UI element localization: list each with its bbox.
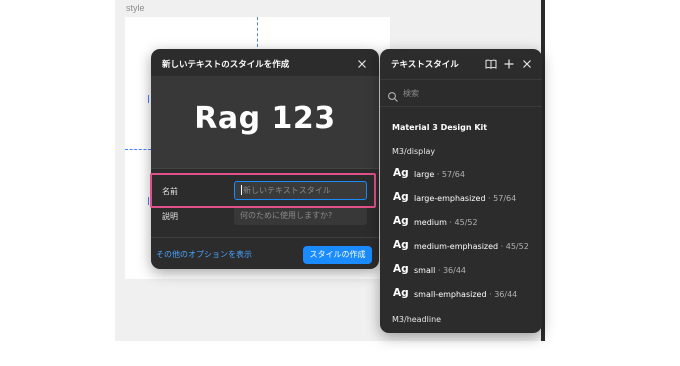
style-sample: Ag — [393, 263, 409, 275]
search-input[interactable]: 検索 — [403, 88, 419, 99]
more-options-link[interactable]: その他のオプションを表示 — [156, 249, 252, 260]
style-name: large-emphasized — [414, 194, 486, 203]
frame-label[interactable]: style — [126, 3, 145, 13]
style-sample: Ag — [393, 191, 409, 203]
style-preview: Rag 123 — [151, 77, 379, 169]
style-metrics: · 57/64 — [485, 194, 517, 203]
panel-title: テキストスタイル — [391, 60, 459, 70]
style-metrics: · 45/52 — [498, 242, 529, 251]
style-name: medium-emphasized — [414, 242, 499, 251]
library-name[interactable]: Material 3 Design Kit — [392, 123, 487, 132]
style-sample: Ag — [393, 215, 409, 227]
style-metrics: · 36/44 — [486, 290, 518, 299]
style-item[interactable]: Ag small · 36/44 — [380, 260, 542, 282]
style-name: medium — [414, 218, 447, 227]
style-item[interactable]: Ag large · 57/64 — [380, 164, 542, 186]
style-name: small — [414, 266, 436, 275]
style-metrics: · 36/44 — [435, 266, 466, 275]
style-item[interactable]: Ag small-emphasized · 36/44 — [380, 284, 542, 306]
annotation-highlight — [150, 173, 376, 208]
preview-sample-text: Rag 123 — [194, 101, 336, 136]
dialog-header: 新しいテキストのスタイルを作成 — [151, 49, 379, 77]
search-row: 検索 — [380, 79, 542, 107]
text-styles-panel: テキストスタイル 検索 Material 3 Design Kit M3/dis… — [380, 49, 542, 333]
style-name: small-emphasized — [414, 290, 487, 299]
guide-vertical — [257, 17, 258, 47]
style-metrics: · 57/64 — [434, 170, 465, 179]
dialog-footer: その他のオプションを表示 スタイルの作成 — [151, 237, 379, 269]
dialog-title: 新しいテキストのスタイルを作成 — [162, 60, 290, 70]
style-metrics: · 45/52 — [446, 218, 478, 227]
style-item[interactable]: Ag large-emphasized · 57/64 — [380, 188, 542, 210]
description-label: 説明 — [162, 212, 178, 221]
search-icon — [387, 88, 399, 102]
group-name-headline[interactable]: M3/headline — [392, 315, 441, 324]
plus-icon[interactable] — [502, 56, 516, 70]
style-description-input[interactable]: 何のために使用しますか? — [234, 206, 367, 225]
style-name: large — [414, 170, 435, 179]
group-name-display[interactable]: M3/display — [392, 147, 435, 156]
style-item[interactable]: Ag medium · 45/52 — [380, 212, 542, 234]
close-icon[interactable] — [355, 56, 369, 70]
create-style-button[interactable]: スタイルの作成 — [303, 246, 372, 264]
style-sample: Ag — [393, 287, 409, 299]
style-item[interactable]: Ag medium-emphasized · 45/52 — [380, 236, 542, 258]
book-icon[interactable] — [484, 56, 498, 70]
create-text-style-dialog: 新しいテキストのスタイルを作成 Rag 123 名前 新しいテキストスタイル 説… — [151, 49, 379, 269]
style-sample: Ag — [393, 167, 409, 179]
guide-horizontal — [125, 149, 151, 150]
style-sample: Ag — [393, 239, 409, 251]
close-icon[interactable] — [520, 56, 534, 70]
